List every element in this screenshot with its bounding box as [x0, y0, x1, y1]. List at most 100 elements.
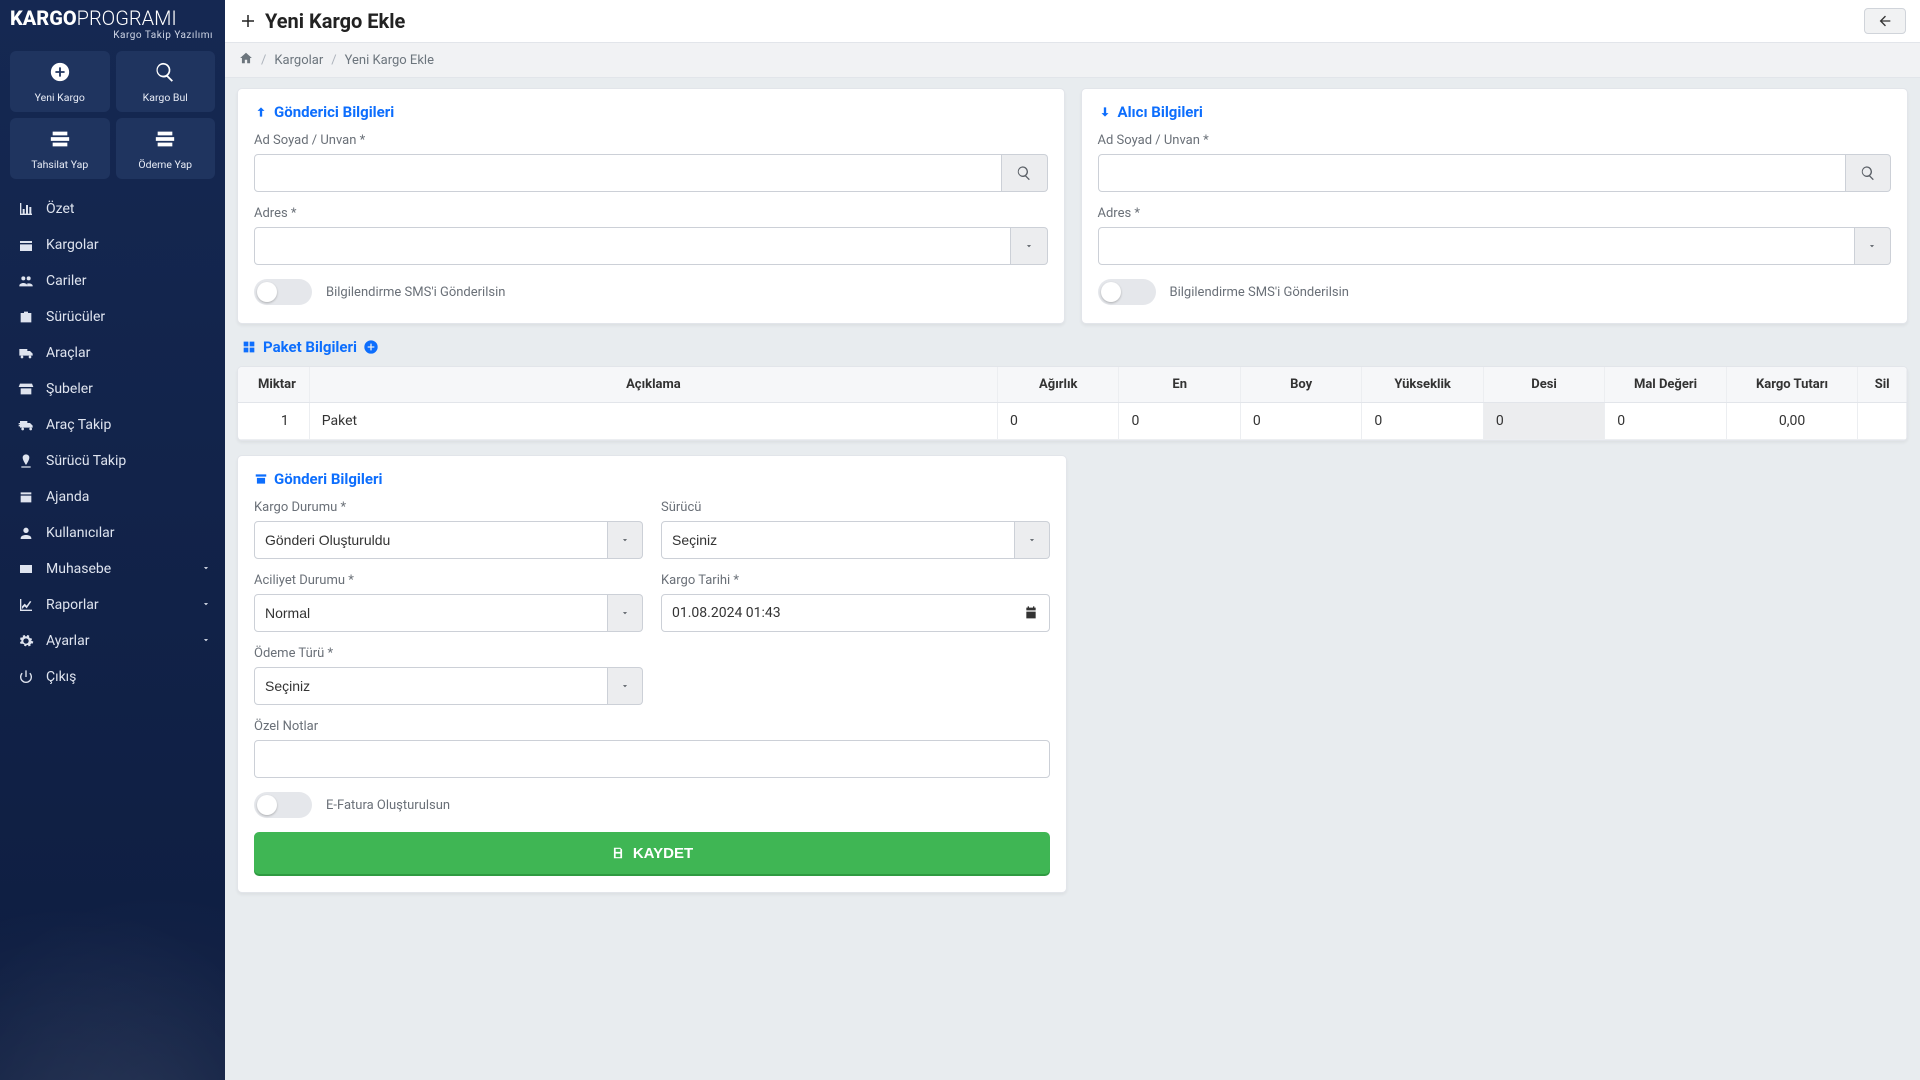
cell-boy[interactable]: 0: [1240, 403, 1361, 440]
users-icon: [18, 273, 34, 289]
nav-kargolar[interactable]: Kargolar: [0, 227, 225, 263]
caret-down-icon: [1024, 241, 1034, 251]
nav-ajanda[interactable]: Ajanda: [0, 479, 225, 515]
search-icon: [1860, 165, 1876, 181]
table-row[interactable]: 1 Paket 0 0 0 0 0 0 0,00: [238, 403, 1907, 440]
caret-down-icon: [1867, 241, 1877, 251]
power-icon: [18, 669, 34, 685]
cell-en[interactable]: 0: [1119, 403, 1240, 440]
receiver-card: Alıcı Bilgileri Ad Soyad / Unvan * Adres…: [1081, 88, 1909, 324]
plus-circle-icon: [49, 61, 71, 83]
logo-bold: KARGO: [10, 6, 77, 30]
priority-select[interactable]: [254, 594, 608, 632]
chevron-down-icon: [201, 561, 211, 577]
cell-miktar[interactable]: 1: [238, 403, 309, 440]
nav-subeler[interactable]: Şubeler: [0, 371, 225, 407]
store-icon: [18, 381, 34, 397]
col-en: En: [1119, 367, 1240, 403]
receiver-address-select[interactable]: [1098, 227, 1855, 265]
driver-select[interactable]: [661, 521, 1015, 559]
quick-pay-button[interactable]: Ödeme Yap: [116, 118, 216, 179]
chevron-down-icon: [201, 633, 211, 649]
cell-yukseklik[interactable]: 0: [1362, 403, 1483, 440]
date-value: 01.08.2024 01:43: [672, 605, 781, 621]
sender-name-input[interactable]: [254, 154, 1002, 192]
receiver-name-search-button[interactable]: [1846, 154, 1891, 192]
sender-name-search-button[interactable]: [1002, 154, 1047, 192]
chart-icon: [18, 201, 34, 217]
search-icon: [1016, 165, 1032, 181]
nav-arac-takip[interactable]: Araç Takip: [0, 407, 225, 443]
home-icon: [239, 51, 253, 65]
caret-down-icon: [620, 608, 630, 618]
shipment-title: Gönderi Bilgileri: [254, 470, 1050, 488]
quick-find-cargo-button[interactable]: Kargo Bul: [116, 51, 216, 112]
quick-new-cargo-button[interactable]: Yeni Kargo: [10, 51, 110, 112]
driver-dropdown-button[interactable]: [1015, 521, 1050, 559]
boxes-icon: [241, 339, 257, 355]
nav-kullanicilar[interactable]: Kullanıcılar: [0, 515, 225, 551]
box-icon: [18, 237, 34, 253]
save-icon: [611, 846, 625, 860]
gear-icon: [18, 633, 34, 649]
priority-dropdown-button[interactable]: [608, 594, 643, 632]
sender-address-select[interactable]: [254, 227, 1011, 265]
sender-sms-toggle[interactable]: [254, 279, 312, 305]
nav-muhasebe[interactable]: Muhasebe: [0, 551, 225, 587]
nav-suruculer[interactable]: Sürücüler: [0, 299, 225, 335]
receiver-name-input[interactable]: [1098, 154, 1846, 192]
quick-pay-label: Ödeme Yap: [120, 158, 212, 171]
packages-table: Miktar Açıklama Ağırlık En Boy Yükseklik…: [237, 366, 1908, 441]
receiver-sms-toggle[interactable]: [1098, 279, 1156, 305]
einvoice-label: E-Fatura Oluşturulsun: [326, 798, 450, 813]
einvoice-toggle[interactable]: [254, 792, 312, 818]
cell-aciklama[interactable]: Paket: [309, 403, 997, 440]
sender-address-dropdown-button[interactable]: [1011, 227, 1047, 265]
cell-kargotutari[interactable]: 0,00: [1726, 403, 1858, 440]
receiver-sms-label: Bilgilendirme SMS'i Gönderilsin: [1170, 285, 1349, 300]
add-package-button[interactable]: [363, 339, 379, 355]
nav-ozet[interactable]: Özet: [0, 191, 225, 227]
plus-icon: [239, 12, 257, 30]
nav-ayarlar[interactable]: Ayarlar: [0, 623, 225, 659]
sender-name-label: Ad Soyad / Unvan *: [254, 133, 1048, 148]
sender-sms-label: Bilgilendirme SMS'i Gönderilsin: [326, 285, 505, 300]
quick-collect-button[interactable]: Tahsilat Yap: [10, 118, 110, 179]
search-icon: [154, 61, 176, 83]
nav-surucu-takip[interactable]: Sürücü Takip: [0, 443, 225, 479]
sidebar-nav: Özet Kargolar Cariler Sürücüler Araçlar …: [0, 185, 225, 695]
receiver-address-dropdown-button[interactable]: [1855, 227, 1891, 265]
wallet-icon: [18, 561, 34, 577]
shipment-card: Gönderi Bilgileri Kargo Durumu * Sürücü: [237, 455, 1067, 893]
notes-input[interactable]: [254, 740, 1050, 778]
receiver-title: Alıcı Bilgileri: [1098, 103, 1892, 121]
date-input[interactable]: 01.08.2024 01:43: [661, 594, 1050, 632]
cell-sil[interactable]: [1858, 403, 1907, 440]
user-icon: [18, 525, 34, 541]
back-button[interactable]: [1864, 8, 1906, 34]
nav-raporlar[interactable]: Raporlar: [0, 587, 225, 623]
col-sil: Sil: [1858, 367, 1907, 403]
cell-desi[interactable]: 0: [1483, 403, 1604, 440]
status-select[interactable]: [254, 521, 608, 559]
caret-down-icon: [620, 681, 630, 691]
packages-title: Paket Bilgileri: [241, 338, 1904, 356]
col-agirlik: Ağırlık: [998, 367, 1119, 403]
status-dropdown-button[interactable]: [608, 521, 643, 559]
breadcrumb-home[interactable]: [239, 51, 253, 69]
nav-araclar[interactable]: Araçlar: [0, 335, 225, 371]
save-button[interactable]: KAYDET: [254, 832, 1050, 874]
save-label: KAYDET: [633, 845, 693, 862]
payment-select[interactable]: [254, 667, 608, 705]
col-miktar: Miktar: [238, 367, 309, 403]
col-desi: Desi: [1483, 367, 1604, 403]
payment-label: Ödeme Türü *: [254, 646, 643, 661]
cell-agirlik[interactable]: 0: [998, 403, 1119, 440]
briefcase-icon: [18, 309, 34, 325]
nav-cariler[interactable]: Cariler: [0, 263, 225, 299]
breadcrumb-kargolar[interactable]: Kargolar: [274, 53, 323, 68]
cell-maldegeri[interactable]: 0: [1605, 403, 1726, 440]
nav-cikis[interactable]: Çıkış: [0, 659, 225, 695]
chevron-down-icon: [201, 597, 211, 613]
payment-dropdown-button[interactable]: [608, 667, 643, 705]
